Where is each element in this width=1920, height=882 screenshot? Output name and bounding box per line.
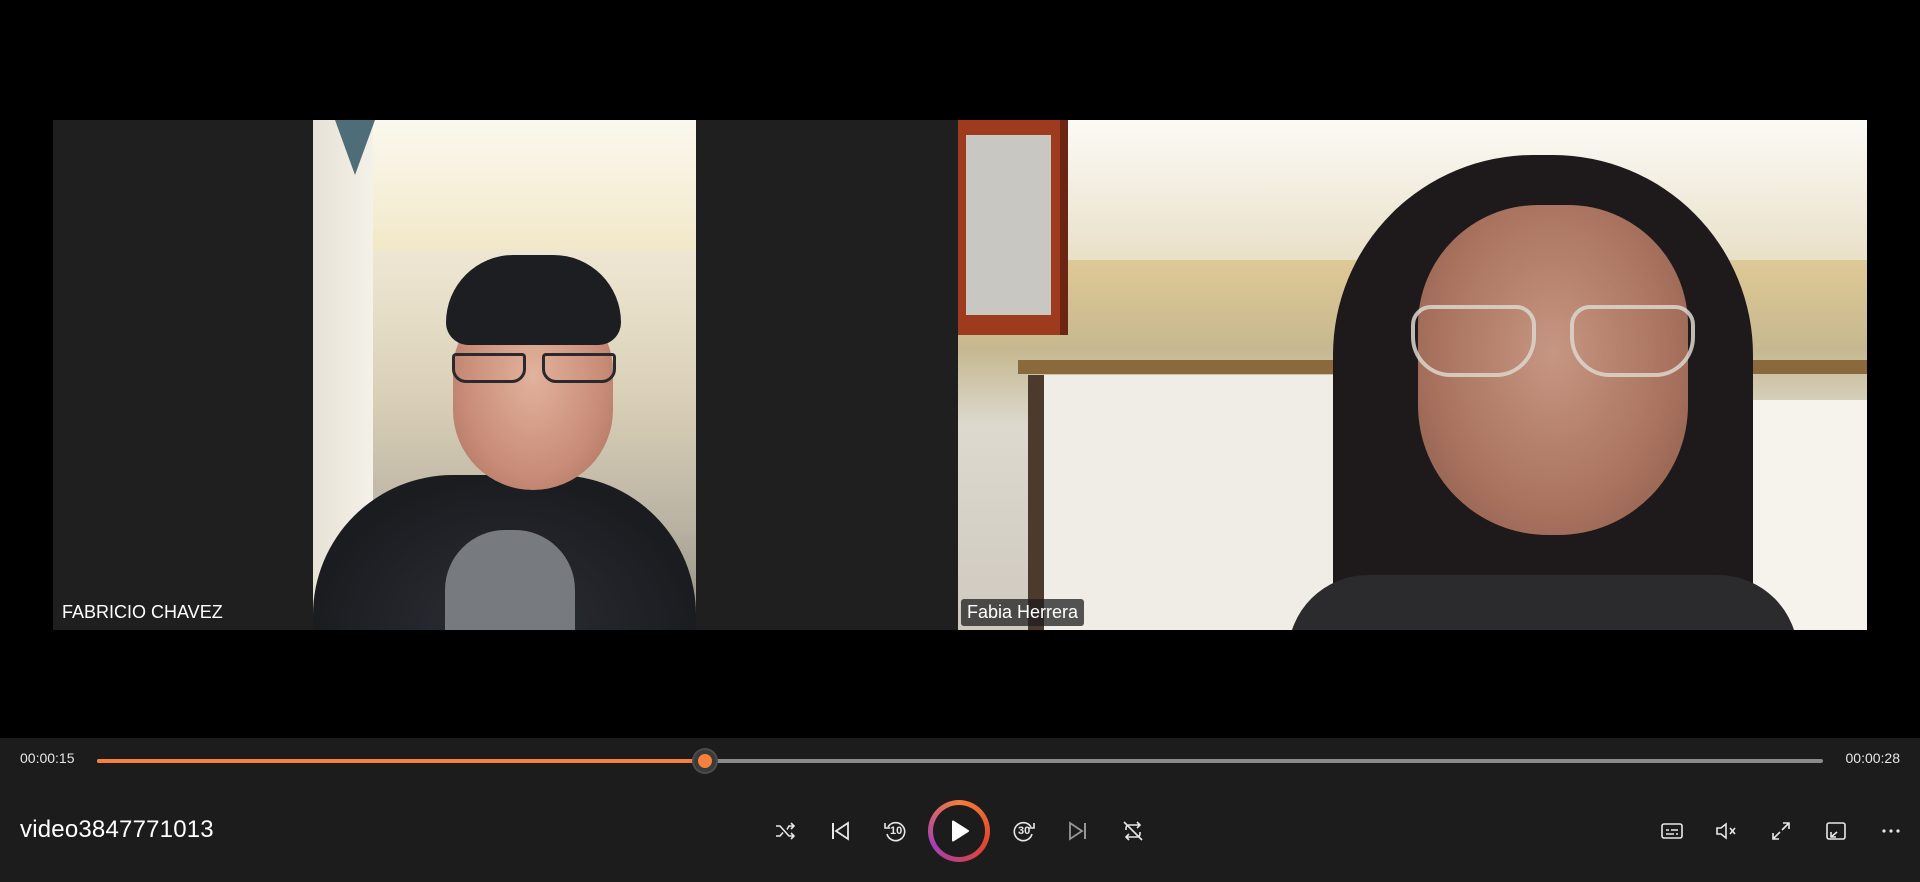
repeat-off-icon	[1123, 821, 1143, 841]
participant-video-left	[438, 255, 628, 490]
skip-forward-label: 30	[1018, 825, 1031, 837]
shuffle-button[interactable]	[765, 811, 805, 851]
current-time: 00:00:15	[20, 750, 75, 766]
skip-back-label: 10	[890, 825, 903, 837]
previous-track-icon	[832, 821, 849, 841]
participant-name-left: FABRICIO CHAVEZ	[62, 602, 223, 622]
next-button[interactable]	[1058, 811, 1098, 851]
play-icon	[952, 820, 969, 842]
captions-button[interactable]	[1652, 811, 1692, 851]
shuffle-icon	[776, 822, 796, 840]
participant-name-right: Fabia Herrera	[961, 599, 1085, 626]
player-controls: 00:00:15 00:00:28 video3847771013 10 30	[0, 738, 1920, 882]
seek-progress	[97, 759, 705, 763]
play-button[interactable]	[928, 800, 990, 862]
camera-feed-left	[313, 120, 696, 630]
fullscreen-icon	[1772, 822, 1790, 840]
seek-thumb[interactable]	[693, 750, 716, 772]
video-title: video3847771013	[20, 816, 214, 843]
captions-icon	[1661, 823, 1683, 839]
miniplayer-icon	[1826, 822, 1846, 840]
fullscreen-button[interactable]	[1761, 811, 1801, 851]
skip-back-button[interactable]: 10	[875, 811, 915, 851]
volume-button[interactable]	[1706, 811, 1746, 851]
more-options-button[interactable]	[1871, 811, 1911, 851]
participant-tile-right: Fabia Herrera	[958, 120, 1867, 630]
repeat-button[interactable]	[1113, 811, 1153, 851]
next-track-icon	[1069, 821, 1086, 841]
total-duration: 00:00:28	[1845, 750, 1901, 766]
camera-feed-right	[958, 120, 1867, 630]
miniplayer-button[interactable]	[1816, 811, 1856, 851]
skip-forward-button[interactable]: 30	[1004, 811, 1044, 851]
video-viewport[interactable]: FABRICIO CHAVEZ Fabia Herrera	[0, 0, 1920, 738]
participant-tile-left: FABRICIO CHAVEZ	[53, 120, 958, 630]
more-options-icon	[1882, 829, 1900, 833]
volume-muted-icon	[1716, 822, 1736, 840]
seek-bar[interactable]	[97, 750, 1823, 772]
previous-button[interactable]	[820, 811, 860, 851]
participant-video-right	[1288, 155, 1798, 630]
